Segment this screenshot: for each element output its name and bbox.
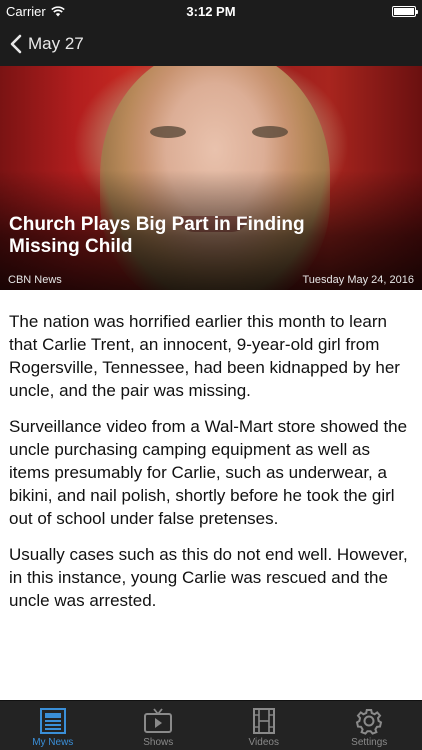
article-headline: Church Plays Big Part in Finding Missing… bbox=[9, 214, 305, 257]
carrier-label: Carrier bbox=[6, 3, 46, 19]
back-button[interactable]: May 27 bbox=[10, 34, 84, 54]
article-paragraph: The nation was horrified earlier this mo… bbox=[9, 312, 400, 400]
film-icon bbox=[252, 708, 275, 734]
battery-icon bbox=[392, 5, 418, 17]
wifi-icon bbox=[50, 5, 65, 16]
article-source: CBN News bbox=[8, 274, 62, 286]
newspaper-icon bbox=[39, 708, 66, 734]
gear-icon bbox=[356, 709, 383, 735]
tab-settings[interactable]: Settings bbox=[317, 701, 422, 750]
tab-label: My News bbox=[32, 737, 74, 748]
tab-shows[interactable]: Shows bbox=[106, 701, 212, 750]
navigation-bar: May 27 bbox=[0, 22, 422, 66]
back-label: May 27 bbox=[28, 34, 84, 53]
article-date: Tuesday May 24, 2016 bbox=[302, 274, 415, 286]
tab-bar: My News Shows Videos Settings bbox=[0, 700, 422, 750]
tab-label: Settings bbox=[351, 737, 388, 748]
article-paragraph: Surveillance video from a Wal-Mart store… bbox=[9, 417, 408, 528]
tab-label: Videos bbox=[248, 737, 279, 748]
tab-label: Shows bbox=[143, 737, 174, 748]
carrier-group: Carrier bbox=[6, 4, 65, 19]
article-body: The nation was horrified earlier this mo… bbox=[0, 290, 422, 625]
status-bar: Carrier 3:12 PM bbox=[0, 0, 422, 22]
chevron-left-icon bbox=[10, 34, 22, 54]
hero-image: Church Plays Big Part in Finding Missing… bbox=[0, 66, 422, 290]
article-paragraph: Usually cases such as this do not end we… bbox=[9, 545, 408, 610]
tab-videos[interactable]: Videos bbox=[211, 701, 317, 750]
tv-icon bbox=[144, 708, 173, 733]
tab-my-news[interactable]: My News bbox=[0, 701, 106, 750]
